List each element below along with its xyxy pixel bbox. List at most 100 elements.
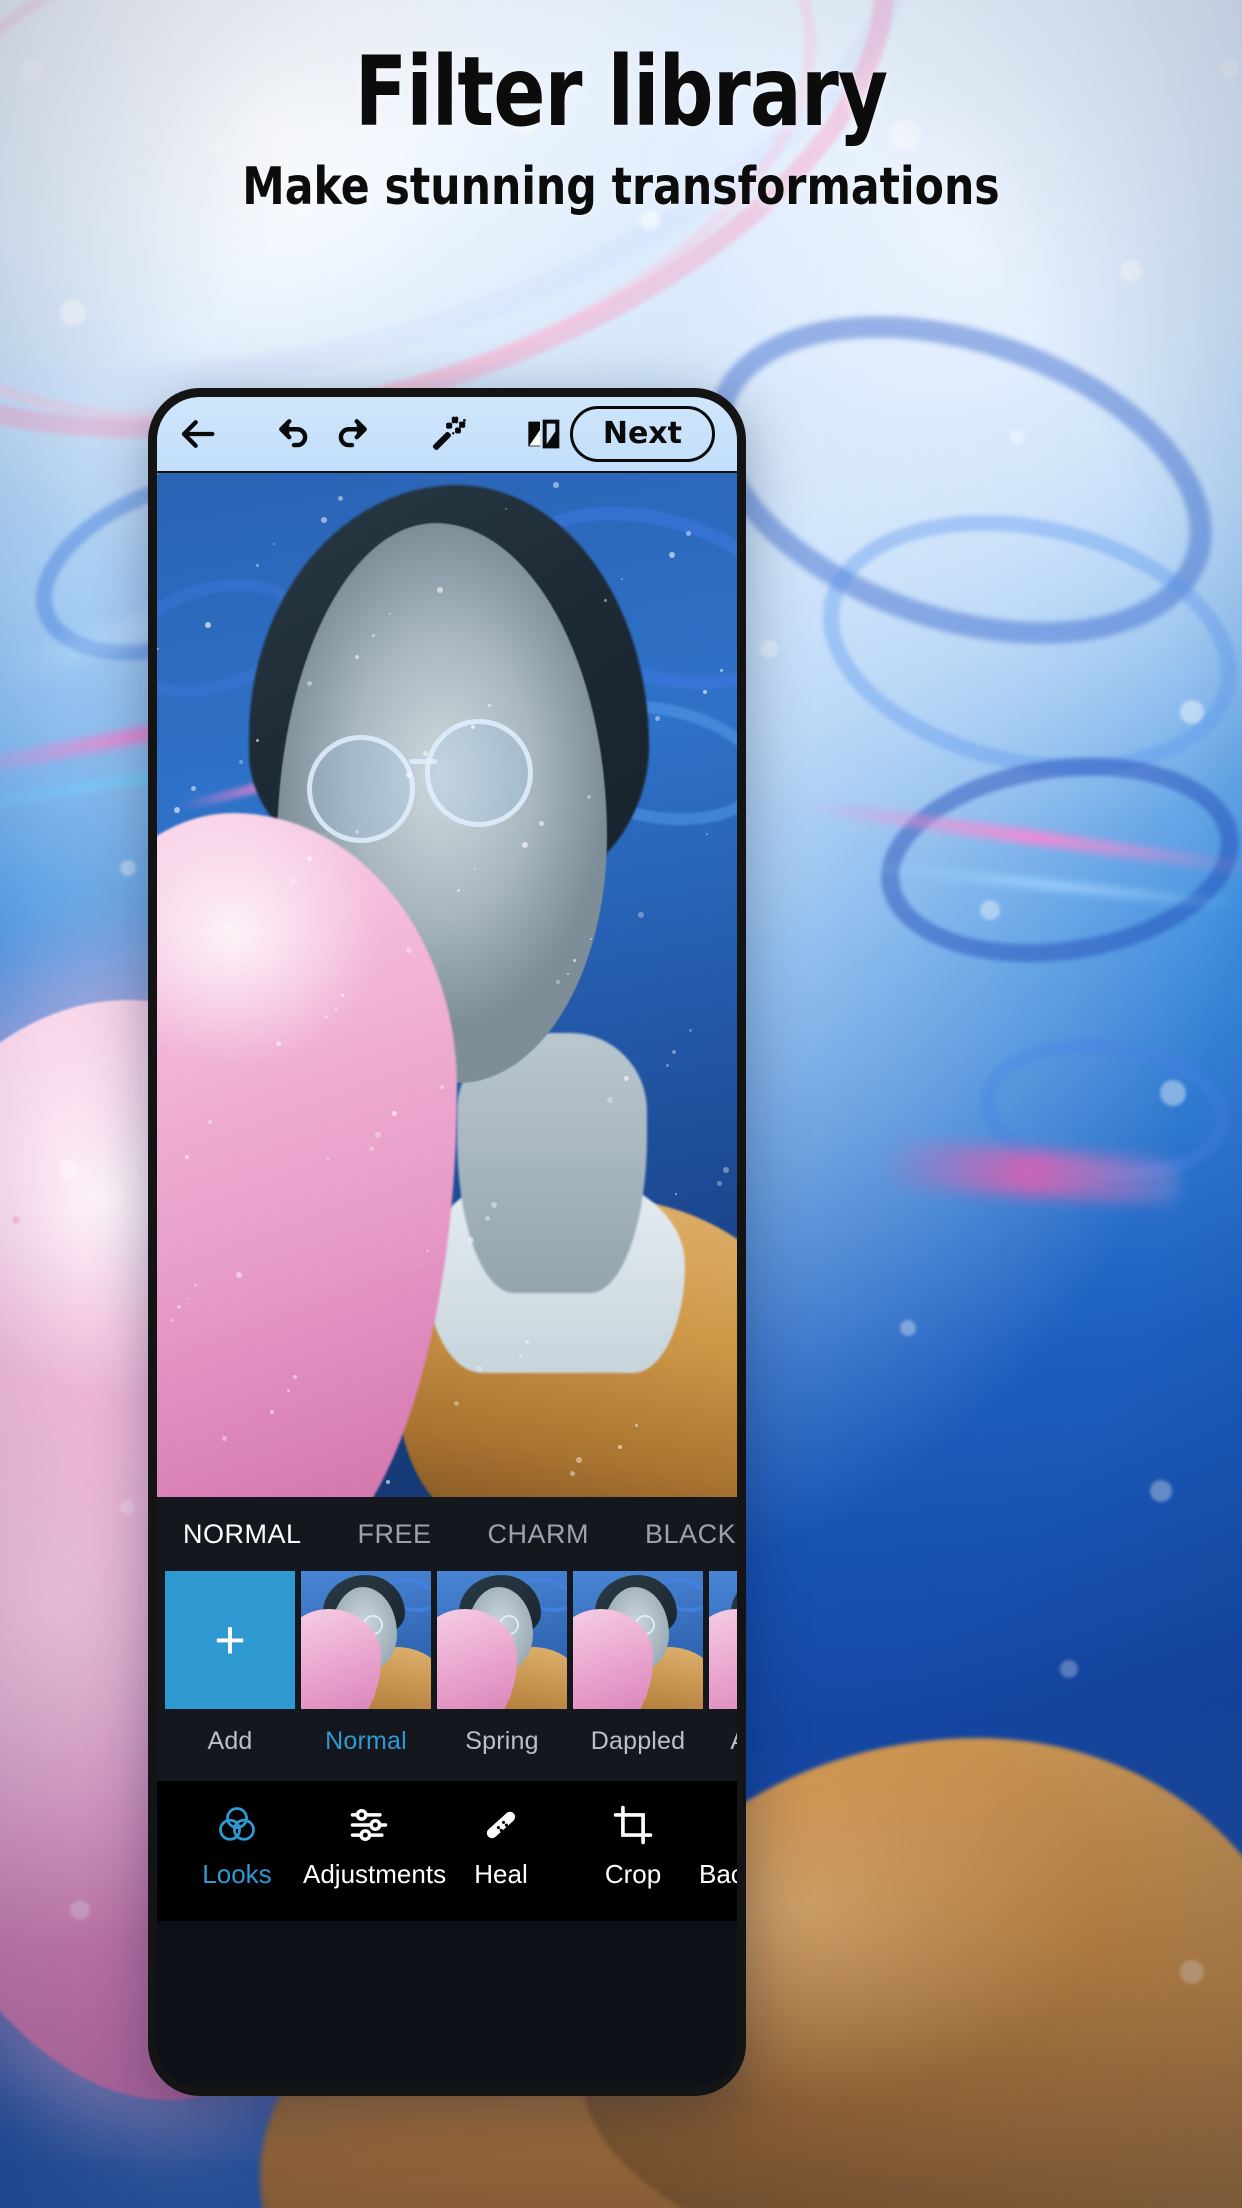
bokeh-dot: [1060, 1660, 1078, 1678]
sparkle-dot: [488, 704, 491, 707]
filter-preview-thumbnail[interactable]: [573, 1571, 703, 1709]
sparkle-dot: [477, 1366, 482, 1371]
sparkle-dot: [607, 1097, 613, 1103]
sparkle-dot: [242, 903, 244, 905]
filter-item[interactable]: + Add: [165, 1571, 295, 1756]
nav-item-adjustments[interactable]: Adjustments: [303, 1799, 447, 1890]
add-filter-tile[interactable]: +: [165, 1571, 295, 1709]
sparkle-dot: [624, 1076, 629, 1081]
phone-mockup: Next NORMALFREECHARMBLACK & WHITEWHITE +…: [148, 388, 746, 2096]
sparkle-dot: [468, 1237, 474, 1243]
sparkle-dot: [324, 1015, 328, 1019]
filter-item[interactable]: Dappled: [573, 1571, 703, 1756]
sparkle-dot: [191, 786, 196, 791]
nav-item-heal[interactable]: Heal: [435, 1799, 567, 1890]
sparkle-dot: [185, 1155, 189, 1159]
filter-tab-charm[interactable]: CHARM: [488, 1519, 590, 1550]
filter-item[interactable]: Autumn: [709, 1571, 737, 1756]
sparkle-dot: [440, 1085, 444, 1089]
sparkle-dot: [567, 973, 569, 975]
sparkle-dot: [505, 508, 507, 510]
filter-item[interactable]: Spring: [437, 1571, 567, 1756]
nav-item-looks[interactable]: Looks: [171, 1799, 303, 1890]
halftone-dots-icon: [699, 1799, 737, 1851]
filter-preview-thumbnail[interactable]: [301, 1571, 431, 1709]
sparkle-dot: [327, 1158, 329, 1160]
sparkle-dot: [236, 1272, 242, 1278]
bokeh-dot: [70, 1900, 90, 1920]
sliders-icon: [303, 1799, 435, 1851]
filter-preview-thumbnail[interactable]: [437, 1571, 567, 1709]
bandage-icon: [435, 1799, 567, 1851]
nav-item-background[interactable]: Background: [699, 1799, 737, 1890]
sparkle-dot: [652, 1228, 654, 1230]
sparkle-dot: [321, 517, 327, 523]
bokeh-dot: [120, 860, 136, 876]
preview-eyeglass-lens: [425, 719, 533, 827]
filter-tab-normal[interactable]: NORMAL: [183, 1519, 302, 1550]
sparkle-dot: [420, 1263, 422, 1265]
undo-icon[interactable]: [275, 415, 313, 453]
sparkle-dot: [225, 924, 228, 927]
sparkle-dot: [672, 1050, 676, 1054]
bokeh-dot: [900, 1320, 916, 1336]
sparkle-dot: [491, 1202, 497, 1208]
nav-label: Looks: [202, 1859, 272, 1889]
sparkle-dot: [188, 1298, 190, 1300]
bokeh-dot: [60, 1160, 78, 1178]
bokeh-dot: [1120, 260, 1142, 282]
arrow-left-icon[interactable]: [179, 414, 219, 454]
sparkle-dot: [604, 599, 607, 602]
filter-preview-thumbnail[interactable]: [709, 1571, 737, 1709]
sparkle-dot: [205, 622, 211, 628]
filter-tab-black-white[interactable]: BLACK & WHITE: [645, 1519, 737, 1550]
sparkle-dot: [621, 578, 623, 580]
nav-item-crop[interactable]: Crop: [567, 1799, 699, 1890]
sparkle-dot: [471, 725, 475, 729]
filter-tab-free[interactable]: FREE: [358, 1519, 432, 1550]
filter-thumbnail-strip[interactable]: + Add Normal Spring Dappled Autumn: [157, 1571, 737, 1781]
thumb-cotton-candy: [709, 1609, 737, 1709]
sparkle-dot: [485, 1216, 490, 1221]
sparkle-dot: [556, 980, 560, 984]
filter-category-tabs[interactable]: NORMALFREECHARMBLACK & WHITEWHITE: [157, 1497, 737, 1571]
editor-bottom-nav[interactable]: Looks Adjustments Heal Crop Background: [157, 1781, 737, 1921]
page-subtitle: Make stunning transformations: [242, 156, 1000, 217]
nav-label: Background: [699, 1859, 737, 1889]
sparkle-dot: [635, 1424, 638, 1427]
magic-wand-icon[interactable]: [427, 413, 469, 455]
nav-label: Adjustments: [303, 1859, 447, 1889]
plus-icon: +: [214, 1610, 246, 1670]
sparkle-dot: [335, 1008, 337, 1010]
photo-preview-canvas[interactable]: [157, 473, 737, 1497]
sparkle-dot: [208, 1120, 212, 1124]
sparkle-dot: [519, 1354, 522, 1357]
sparkle-dot: [618, 1445, 622, 1449]
filter-label: Autumn: [709, 1709, 737, 1756]
sparkle-dot: [171, 1319, 174, 1322]
sparkle-dot: [423, 751, 428, 756]
sparkle-dot: [457, 889, 460, 892]
compare-before-after-icon[interactable]: [523, 414, 563, 454]
sparkle-dot: [341, 994, 344, 997]
nav-label: Crop: [604, 1859, 662, 1889]
sparkle-dot: [386, 1480, 390, 1484]
sparkle-dot: [587, 795, 591, 799]
next-button[interactable]: Next: [569, 406, 715, 462]
sparkle-dot: [474, 868, 476, 870]
sparkle-dot: [666, 1064, 669, 1067]
bokeh-dot: [760, 640, 778, 658]
redo-icon[interactable]: [333, 415, 371, 453]
sparkle-dot: [454, 1401, 459, 1406]
sparkle-dot: [669, 552, 675, 558]
filter-label: Normal: [325, 1727, 407, 1755]
bokeh-dot: [1150, 1480, 1172, 1502]
sparkle-dot: [256, 564, 259, 567]
preview-eyeglass-lens: [307, 735, 415, 843]
sparkle-dot: [570, 1471, 575, 1476]
sparkle-dot: [525, 1340, 529, 1344]
sparkle-dot: [239, 760, 243, 764]
filter-item[interactable]: Normal: [301, 1571, 431, 1756]
sparkle-dot: [536, 1333, 538, 1335]
sparkle-dot: [406, 772, 412, 778]
